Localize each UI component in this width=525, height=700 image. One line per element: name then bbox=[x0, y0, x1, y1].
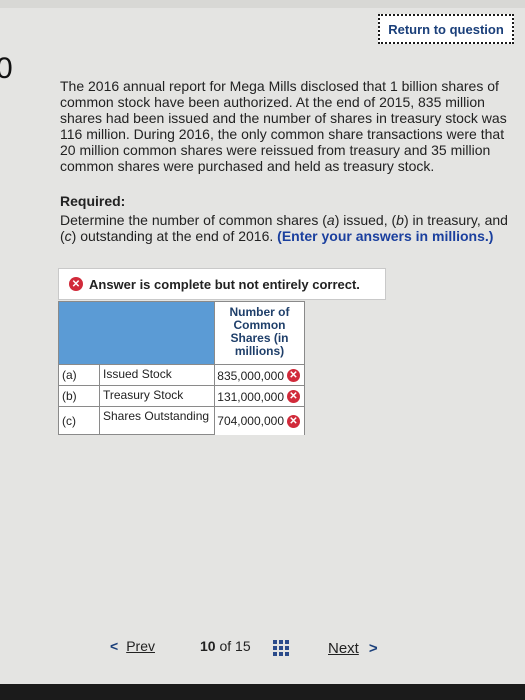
question-grid-icon[interactable] bbox=[273, 640, 289, 656]
chevron-right-icon: > bbox=[368, 640, 378, 657]
answer-status-banner: ✕ Answer is complete but not entirely co… bbox=[58, 268, 386, 300]
question-position: 10 of 15 bbox=[200, 638, 251, 654]
required-heading: Required: bbox=[60, 193, 126, 209]
next-button[interactable]: Next > bbox=[328, 640, 378, 657]
row-label: Treasury Stock bbox=[99, 386, 214, 407]
error-x-icon: ✕ bbox=[69, 277, 83, 291]
answer-input-treasury[interactable]: 131,000,000 ✕ bbox=[214, 386, 304, 407]
incorrect-x-icon: ✕ bbox=[287, 369, 300, 382]
row-label: Shares Outstanding bbox=[99, 407, 214, 435]
table-row: (c) Shares Outstanding 704,000,000 ✕ bbox=[59, 406, 304, 435]
table-row: (b) Treasury Stock 131,000,000 ✕ bbox=[59, 385, 304, 407]
top-cut-header bbox=[0, 0, 525, 8]
answer-table: Number of Common Shares (in millions) (a… bbox=[58, 301, 305, 435]
row-letter: (b) bbox=[62, 389, 77, 403]
question-pager: < Prev 10 of 15 Next > bbox=[110, 634, 400, 662]
row-letter: (a) bbox=[62, 368, 77, 382]
column-header-shares: Number of Common Shares (in millions) bbox=[214, 302, 304, 364]
row-letter: (c) bbox=[62, 414, 76, 428]
table-header-row: Number of Common Shares (in millions) bbox=[59, 302, 304, 364]
question-number: 0 bbox=[0, 52, 13, 85]
row-label: Issued Stock bbox=[99, 365, 214, 386]
prev-button[interactable]: < Prev bbox=[110, 638, 155, 654]
question-text: The 2016 annual report for Mega Mills di… bbox=[60, 78, 507, 174]
answer-input-outstanding[interactable]: 704,000,000 ✕ bbox=[214, 407, 304, 435]
answer-status-text: Answer is complete but not entirely corr… bbox=[89, 276, 360, 292]
chevron-left-icon: < bbox=[110, 638, 119, 654]
incorrect-x-icon: ✕ bbox=[287, 414, 300, 428]
incorrect-x-icon: ✕ bbox=[287, 390, 300, 403]
table-row: (a) Issued Stock 835,000,000 ✕ bbox=[59, 364, 304, 386]
answer-input-issued[interactable]: 835,000,000 ✕ bbox=[214, 365, 304, 386]
answer-hint: (Enter your answers in millions.) bbox=[277, 228, 494, 244]
return-to-question-button[interactable]: Return to question bbox=[378, 14, 514, 44]
bottom-bar bbox=[0, 684, 525, 700]
required-text: Determine the number of common shares (a… bbox=[60, 212, 508, 244]
